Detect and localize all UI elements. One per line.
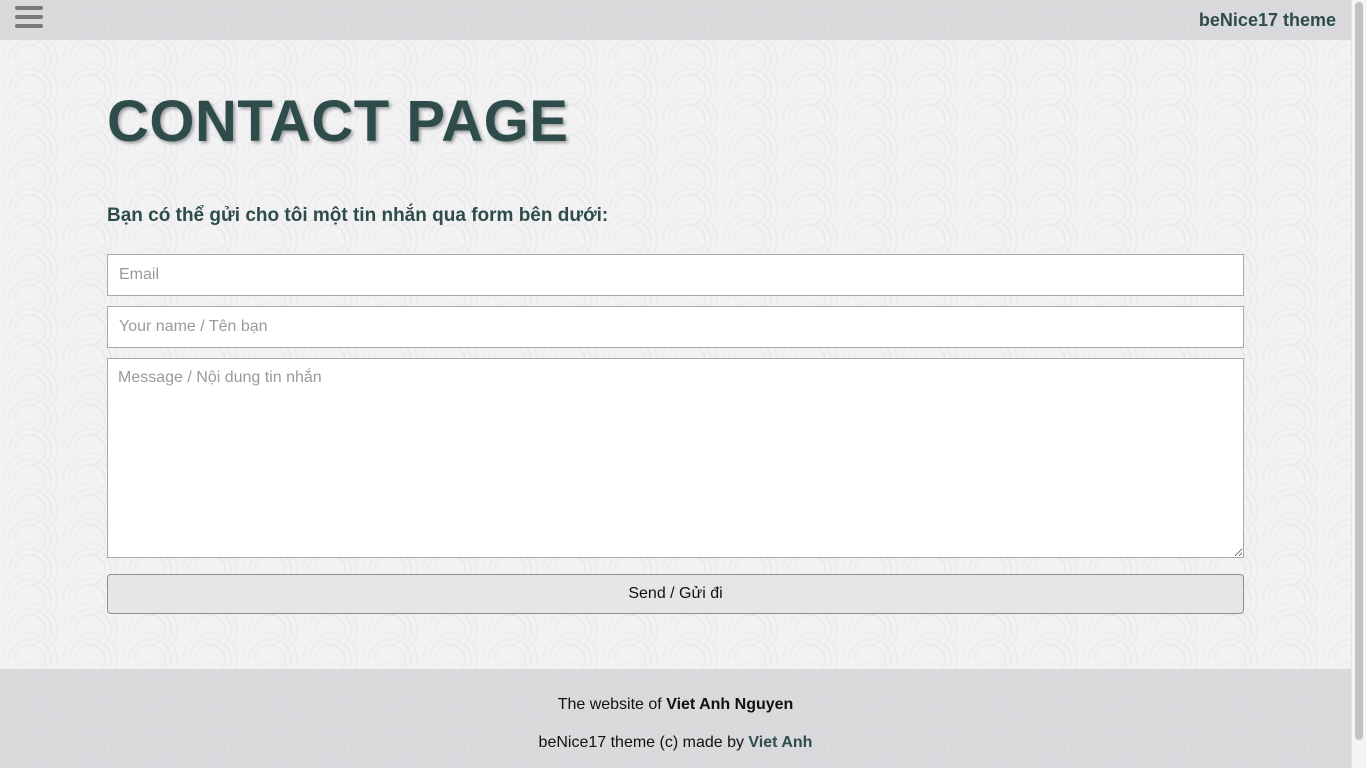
- page-title: CONTACT PAGE: [107, 89, 569, 154]
- menu-line: [15, 15, 43, 19]
- send-button[interactable]: Send / Gửi đi: [107, 574, 1244, 614]
- menu-line: [15, 24, 43, 28]
- footer-author-link[interactable]: Viet Anh: [748, 734, 812, 751]
- footer-owner-name: Viet Anh Nguyen: [666, 696, 794, 713]
- footer-owner-line: The website of Viet Anh Nguyen: [0, 696, 1351, 714]
- scrollbar-thumb[interactable]: [1355, 2, 1363, 740]
- menu-line: [15, 6, 43, 10]
- footer-owner-prefix: The website of: [557, 696, 667, 713]
- top-bar: beNice17 theme: [0, 0, 1351, 40]
- footer-credit-line: beNice17 theme (c) made by Viet Anh: [0, 734, 1351, 752]
- message-field[interactable]: [107, 358, 1244, 558]
- site-brand-link[interactable]: beNice17 theme: [1199, 10, 1336, 31]
- email-field[interactable]: [107, 254, 1244, 296]
- contact-intro-text: Bạn có thể gửi cho tôi một tin nhắn qua …: [107, 205, 609, 226]
- site-footer: The website of Viet Anh Nguyen beNice17 …: [0, 669, 1351, 768]
- name-field[interactable]: [107, 306, 1244, 348]
- vertical-scrollbar[interactable]: [1351, 0, 1366, 768]
- hamburger-menu-icon[interactable]: [14, 4, 44, 32]
- footer-credit-prefix: beNice17 theme (c) made by: [538, 734, 749, 751]
